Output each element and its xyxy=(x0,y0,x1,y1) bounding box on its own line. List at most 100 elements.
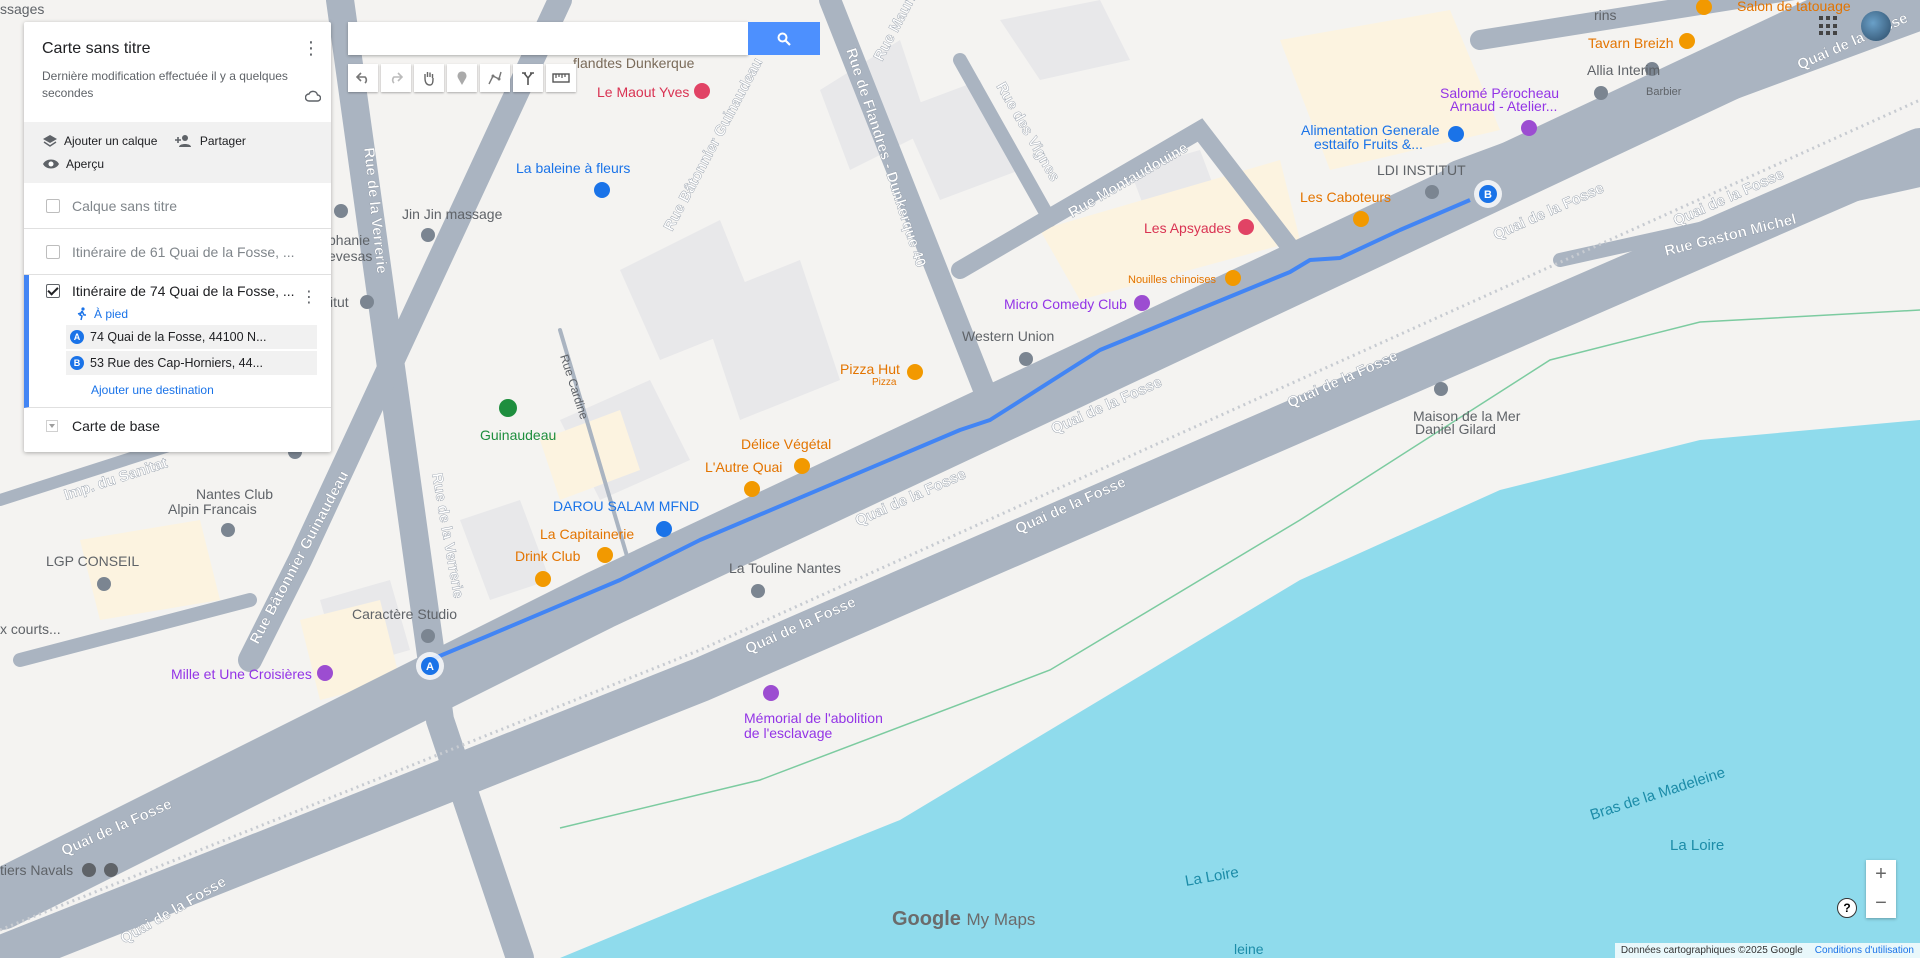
bar-poi-icon xyxy=(535,571,551,587)
health-poi-icon xyxy=(694,83,710,99)
poi-label: DAROU SALAM MFND xyxy=(553,498,699,514)
transit-poi-icon xyxy=(104,863,118,877)
poi-label: Alpin Francais xyxy=(168,501,257,517)
generic-poi-icon xyxy=(751,584,765,598)
poi-label: Salon de tatouage xyxy=(1737,0,1851,14)
my-maps-logo-text: My Maps xyxy=(966,910,1036,929)
layer-checkbox[interactable] xyxy=(46,284,60,298)
share-button[interactable]: Partager xyxy=(174,130,246,152)
avatar[interactable] xyxy=(1861,11,1891,41)
zoom-in-button[interactable]: + xyxy=(1866,860,1896,889)
poi-label: tiers Navals xyxy=(0,862,73,878)
layer-label: Itinéraire de 74 Quai de la Fosse, ... xyxy=(72,283,295,299)
apps-grid-icon[interactable] xyxy=(1819,16,1839,36)
poi-label: itut xyxy=(330,294,349,310)
poi-label: rins xyxy=(1594,7,1617,23)
poi-label: LDI INSTITUT xyxy=(1377,162,1466,178)
measure-button[interactable] xyxy=(546,64,576,92)
restaurant-poi-icon xyxy=(1679,33,1695,49)
preview-button[interactable]: Aperçu xyxy=(42,153,104,175)
preview-label: Aperçu xyxy=(66,157,105,171)
poi-label: Barbier xyxy=(1646,86,1682,98)
redo-icon xyxy=(391,72,403,84)
redo-button[interactable] xyxy=(381,64,411,92)
select-items-button[interactable] xyxy=(414,64,444,92)
poi-label: Les Caboteurs xyxy=(1300,189,1391,205)
undo-button[interactable] xyxy=(348,64,378,92)
zoom-control: + − xyxy=(1866,860,1896,918)
poi-label: esttaifo Fruits &... xyxy=(1314,136,1423,152)
bar-poi-icon xyxy=(744,481,760,497)
shop-poi-icon xyxy=(594,182,610,198)
cloud-saved-icon xyxy=(305,90,321,102)
route-marker-a[interactable]: A xyxy=(416,652,444,680)
map-toolbar xyxy=(348,64,579,92)
restaurant-poi-icon xyxy=(794,458,810,474)
poi-label: Daniel Gilard xyxy=(1415,421,1496,437)
zoom-out-button[interactable]: − xyxy=(1866,889,1896,918)
layer-label: Calque sans titre xyxy=(72,197,178,214)
draw-line-icon xyxy=(488,71,502,85)
add-marker-button[interactable] xyxy=(447,64,477,92)
generic-poi-icon xyxy=(334,204,348,218)
beauty-poi-icon xyxy=(1521,120,1537,136)
panel-actions: Ajouter un calque Partager Aperçu xyxy=(24,122,331,183)
park-poi-icon xyxy=(499,399,517,417)
generic-poi-icon xyxy=(421,629,435,643)
search-box xyxy=(348,22,748,55)
water-label: La Loire xyxy=(1670,837,1724,854)
museum-poi-icon xyxy=(763,685,779,701)
generic-poi-icon xyxy=(1425,185,1439,199)
poi-label: flandtes Dunkerque xyxy=(573,55,695,71)
destination-item[interactable]: B 53 Rue des Cap-Horniers, 44... xyxy=(66,351,317,375)
poi-label: x courts... xyxy=(0,621,61,637)
person-add-icon xyxy=(174,135,191,147)
poi-label: Nouilles chinoises xyxy=(1128,274,1217,286)
more-vert-icon[interactable]: ⋮ xyxy=(299,36,323,60)
draw-line-button[interactable] xyxy=(480,64,510,92)
active-route-layer: Itinéraire de 74 Quai de la Fosse, ... ⋮… xyxy=(24,275,331,408)
poi-label: evesas xyxy=(328,248,372,264)
search-input[interactable] xyxy=(348,22,748,53)
search-icon xyxy=(777,32,791,46)
generic-poi-icon xyxy=(97,577,111,591)
search-button[interactable] xyxy=(748,22,820,55)
map-title[interactable]: Carte sans titre xyxy=(42,40,313,58)
poi-label: Mille et Une Croisières xyxy=(171,666,312,682)
poi-label: Guinaudeau xyxy=(480,427,556,443)
map-panel: Carte sans titre ⋮ Dernière modification… xyxy=(24,22,331,452)
layer-checkbox[interactable] xyxy=(46,244,60,259)
help-icon[interactable]: ? xyxy=(1837,898,1857,918)
ruler-icon xyxy=(552,73,570,83)
google-logo-text: Google xyxy=(892,908,961,930)
health-poi-icon xyxy=(1238,219,1254,235)
layer-item[interactable]: Itinéraire de 61 Quai de la Fosse, ... xyxy=(24,229,331,275)
expand-icon[interactable] xyxy=(46,420,58,432)
layer-checkbox[interactable] xyxy=(46,198,60,213)
destination-item[interactable]: A 74 Quai de la Fosse, 44100 N... xyxy=(66,325,317,349)
travel-mode[interactable]: À pied xyxy=(76,307,331,321)
more-vert-icon[interactable]: ⋮ xyxy=(301,287,317,307)
layers-icon xyxy=(43,135,57,147)
entertainment-poi-icon xyxy=(1134,295,1150,311)
generic-poi-icon xyxy=(221,523,235,537)
google-my-maps-logo: Google My Maps xyxy=(892,908,1035,931)
add-destination-link[interactable]: Ajouter une destination xyxy=(91,383,331,397)
base-map-item[interactable]: Carte de base xyxy=(24,408,331,444)
add-directions-button[interactable] xyxy=(513,64,543,92)
layer-item[interactable]: Calque sans titre xyxy=(24,183,331,229)
active-layer-title[interactable]: Itinéraire de 74 Quai de la Fosse, ... xyxy=(46,283,331,299)
add-layer-button[interactable]: Ajouter un calque xyxy=(42,130,157,152)
barber-poi-icon xyxy=(1594,86,1608,100)
poi-label: Micro Comedy Club xyxy=(1004,296,1127,312)
marker-icon xyxy=(457,71,467,85)
poi-label: Tavarn Breizh xyxy=(1588,35,1674,51)
map-footer: Données cartographiques ©2025 Google Con… xyxy=(1614,943,1920,958)
marker-a-icon: A xyxy=(70,330,84,344)
poi-label: Le Maout Yves xyxy=(597,84,689,100)
poi-label: L'Autre Quai xyxy=(705,459,782,475)
base-map-label: Carte de base xyxy=(72,418,160,434)
terms-link[interactable]: Conditions d'utilisation xyxy=(1815,945,1914,956)
route-marker-b[interactable]: B xyxy=(1474,180,1502,208)
bar-poi-icon xyxy=(1353,211,1369,227)
